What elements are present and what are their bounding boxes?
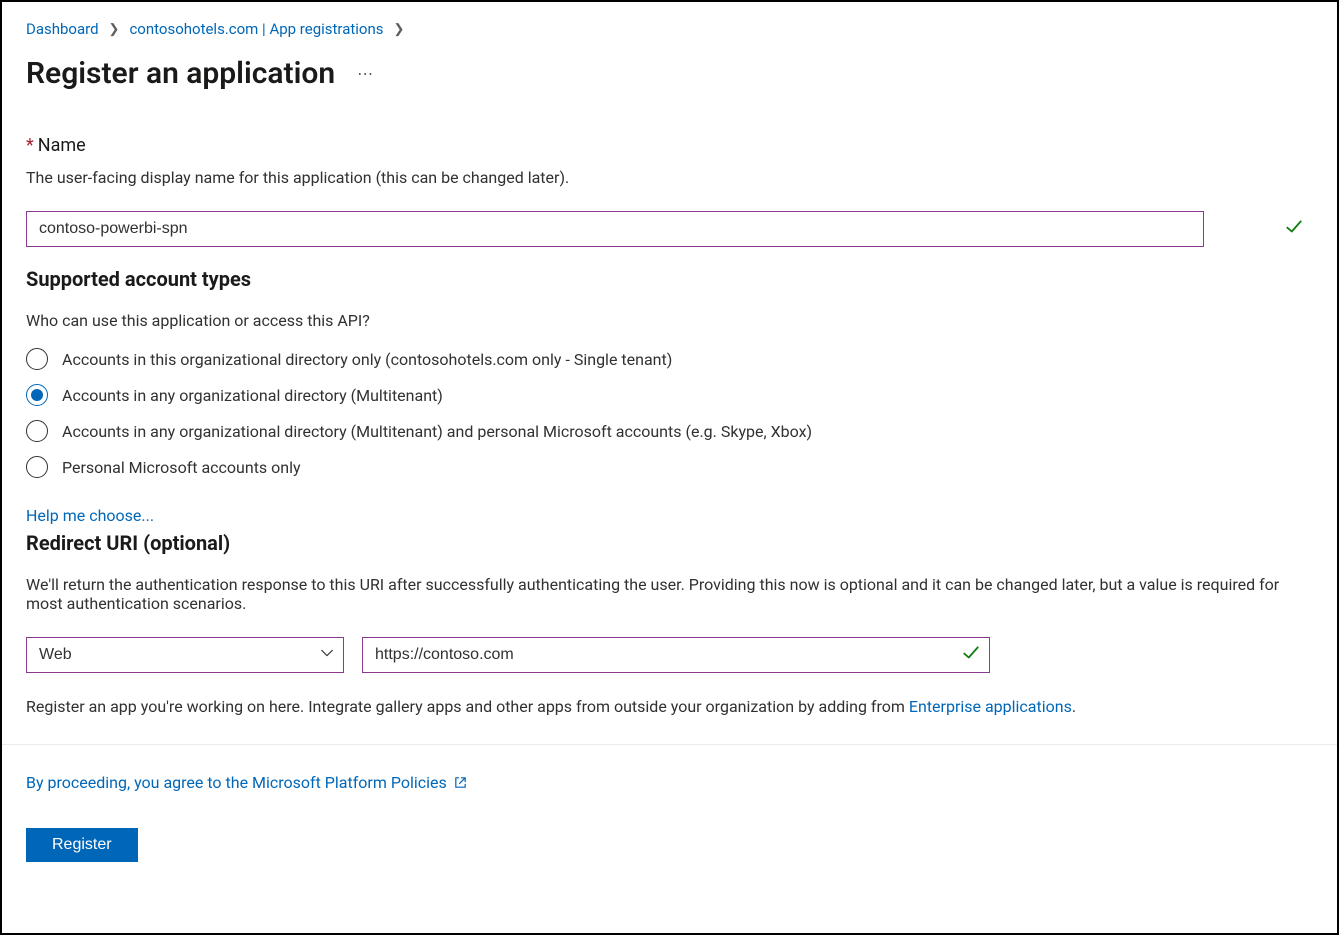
integrate-prefix: Register an app you're working on here. … — [26, 697, 909, 716]
checkmark-icon — [1285, 218, 1303, 240]
radio-label: Accounts in any organizational directory… — [62, 422, 812, 441]
redirect-platform-select[interactable] — [26, 637, 344, 673]
page-title: Register an application — [26, 56, 335, 91]
name-label-text: Name — [38, 135, 86, 156]
required-asterisk-icon: * — [26, 135, 34, 156]
external-link-icon — [453, 775, 468, 790]
account-types-heading: Supported account types — [26, 267, 1313, 291]
divider — [2, 744, 1337, 745]
breadcrumb: Dashboard ❯ contosohotels.com | App regi… — [26, 20, 1313, 38]
radio-multitenant-personal[interactable]: Accounts in any organizational directory… — [26, 420, 1313, 442]
radio-icon — [26, 348, 48, 370]
radio-multitenant[interactable]: Accounts in any organizational directory… — [26, 384, 1313, 406]
account-types-sub: Who can use this application or access t… — [26, 311, 1313, 330]
breadcrumb-dashboard[interactable]: Dashboard — [26, 20, 99, 38]
redirect-heading: Redirect URI (optional) — [26, 531, 1313, 555]
enterprise-applications-link[interactable]: Enterprise applications — [909, 697, 1072, 716]
account-types-radio-group: Accounts in this organizational director… — [26, 348, 1313, 478]
name-input[interactable] — [26, 211, 1204, 247]
redirect-uri-input[interactable] — [362, 637, 990, 673]
breadcrumb-tenant[interactable]: contosohotels.com | App registrations — [129, 20, 383, 38]
radio-label: Accounts in this organizational director… — [62, 350, 672, 369]
register-button[interactable]: Register — [26, 828, 138, 862]
integrate-info: Register an app you're working on here. … — [26, 697, 1313, 716]
radio-icon — [26, 384, 48, 406]
chevron-right-icon: ❯ — [109, 22, 120, 37]
redirect-help-text: We'll return the authentication response… — [26, 575, 1313, 613]
radio-single-tenant[interactable]: Accounts in this organizational director… — [26, 348, 1313, 370]
radio-icon — [26, 456, 48, 478]
radio-personal-only[interactable]: Personal Microsoft accounts only — [26, 456, 1313, 478]
name-label: * Name — [26, 135, 1313, 156]
help-me-choose-link[interactable]: Help me choose... — [26, 506, 154, 525]
radio-label: Personal Microsoft accounts only — [62, 458, 301, 477]
radio-icon — [26, 420, 48, 442]
more-actions-icon[interactable]: ⋯ — [357, 64, 375, 83]
name-help-text: The user-facing display name for this ap… — [26, 168, 1313, 187]
platform-policies-link[interactable]: By proceeding, you agree to the Microsof… — [26, 773, 1313, 792]
period: . — [1072, 697, 1076, 716]
radio-label: Accounts in any organizational directory… — [62, 386, 443, 405]
chevron-right-icon: ❯ — [394, 22, 405, 37]
policies-text: By proceeding, you agree to the Microsof… — [26, 773, 447, 792]
